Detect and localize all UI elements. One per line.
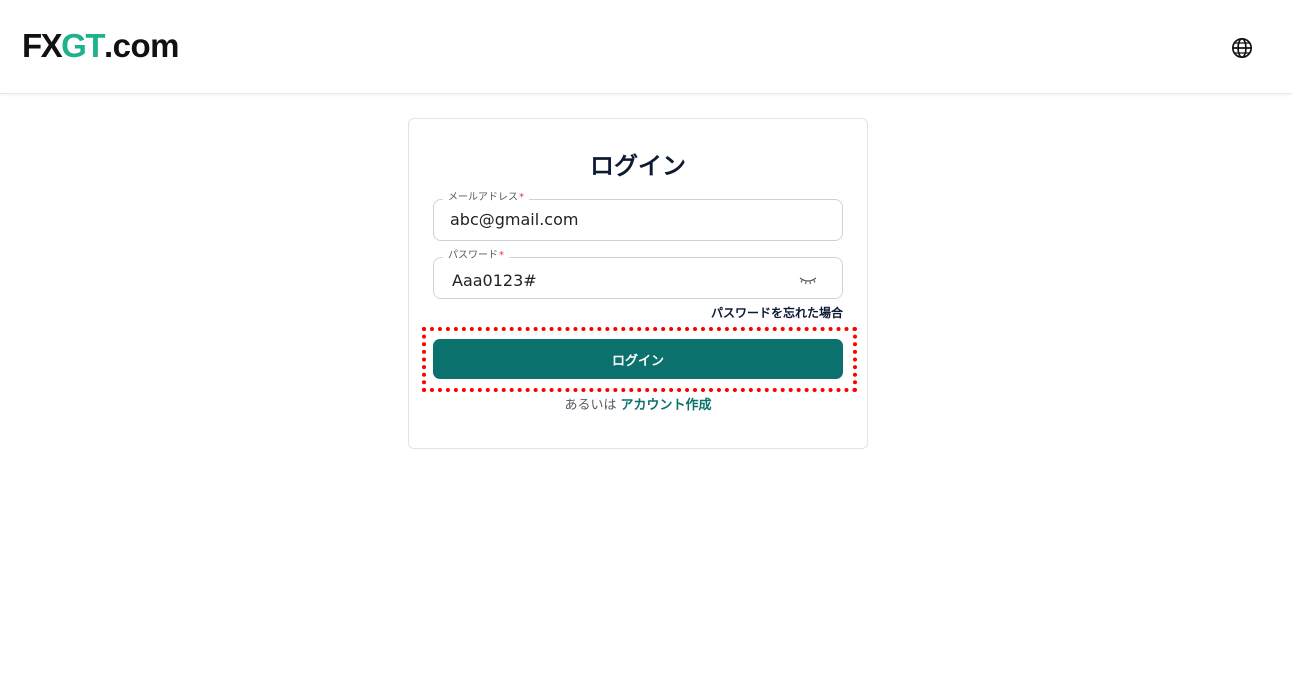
logo-com: .com [104,27,180,64]
logo-fx: FX [22,27,63,64]
signup-row: あるいは アカウント作成 [409,397,867,415]
forgot-password-link[interactable]: パスワードを忘れた場合 [711,305,843,321]
password-field[interactable]: パスワード* Aaa0123# [433,249,843,299]
language-button[interactable] [1229,35,1255,61]
required-mark: * [519,192,524,203]
top-header: FX GT .com [0,0,1292,94]
email-value: abc@gmail.com [450,210,579,229]
login-button[interactable]: ログイン [433,339,843,379]
logo-gt: GT [61,27,105,64]
required-mark: * [499,250,504,261]
globe-icon [1232,38,1252,58]
page-title: ログイン [590,152,686,180]
or-text: あるいは [564,398,617,413]
create-account-link[interactable]: アカウント作成 [621,398,712,413]
password-label: パスワード* [443,249,509,263]
login-card: ログイン メールアドレス* abc@gmail.com パスワード* Aaa01… [408,118,868,449]
password-value: Aaa0123# [452,271,537,290]
email-label: メールアドレス* [443,191,529,205]
fxgt-logo[interactable]: FX GT .com [22,27,180,64]
email-field[interactable]: メールアドレス* abc@gmail.com [433,191,843,241]
eye-closed-icon[interactable] [798,272,818,286]
